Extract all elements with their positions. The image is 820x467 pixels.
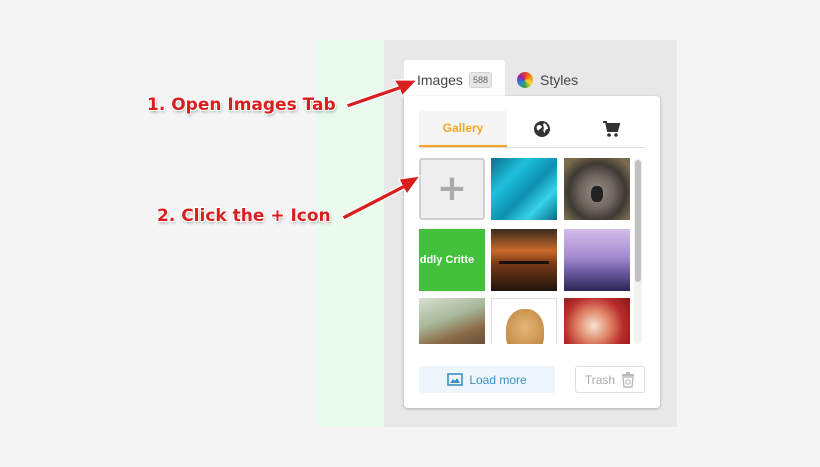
plus-icon: + [436,168,468,209]
subtab-gallery[interactable]: Gallery [419,111,507,147]
trash-button[interactable]: Trash [575,366,645,393]
image-gallery-grid: + uddly Critte [419,158,633,344]
add-image-button[interactable]: + [419,158,485,220]
gallery-thumbnail[interactable]: uddly Critte [419,229,485,291]
subtab-store[interactable] [577,111,645,147]
gallery-thumbnail[interactable] [564,298,630,344]
annotation-step-2: 2. Click the + Icon [157,206,331,226]
scrollbar-thumb[interactable] [635,160,641,282]
teddy-bear-image [506,309,544,344]
tab-images[interactable]: Images 588 [404,60,505,100]
cart-icon [603,121,620,137]
trash-label: Trash [584,372,616,387]
gallery-thumbnail[interactable] [491,229,557,291]
images-count-badge: 588 [469,72,493,88]
gallery-thumbnail[interactable] [564,229,630,291]
load-more-label: Load more [469,372,527,387]
tab-images-label: Images [417,72,463,88]
koala-image [591,186,603,202]
gallery-thumbnail[interactable] [564,158,630,220]
gallery-thumbnail[interactable] [491,158,557,220]
annotation-step-1: 1. Open Images Tab [147,95,336,115]
gallery-scrollbar[interactable] [634,158,642,344]
image-icon [447,373,464,386]
load-more-button[interactable]: Load more [419,366,555,393]
globe-icon [534,121,550,137]
thumbnail-caption: uddly Critte [419,254,475,266]
tab-styles[interactable]: Styles [517,70,578,90]
bridge-image [499,261,549,278]
gallery-thumbnail[interactable] [419,298,485,344]
gallery-subtabs: Gallery [419,111,645,148]
subtab-gallery-label: Gallery [442,121,484,135]
tab-styles-label: Styles [540,72,579,88]
gallery-thumbnail[interactable] [491,298,557,344]
subtab-web[interactable] [507,111,577,147]
color-wheel-icon [517,72,533,88]
trash-icon [622,371,635,388]
